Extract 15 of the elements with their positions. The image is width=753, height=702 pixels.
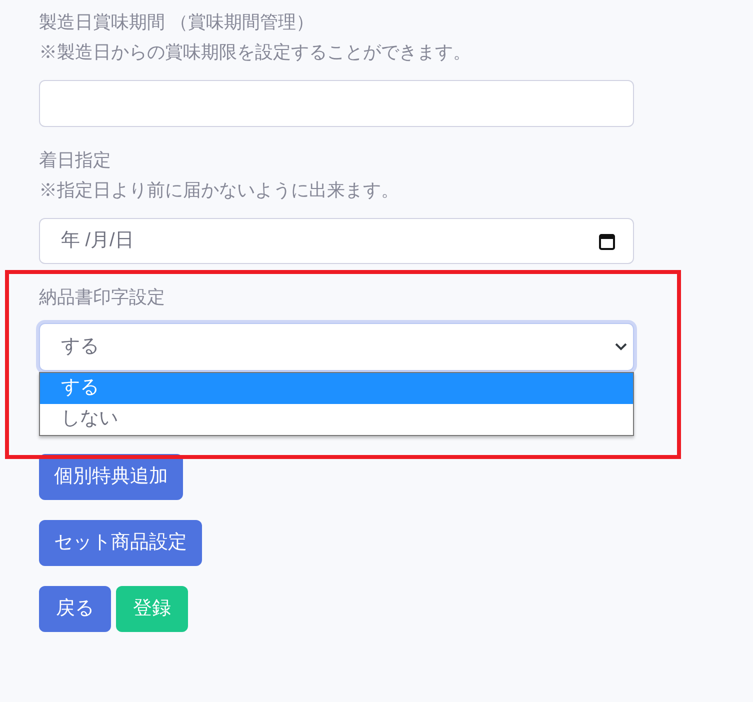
action-button[interactable]: 個別特典追加 (39, 454, 183, 500)
chevron-down-icon (615, 343, 627, 351)
dropdown-option[interactable]: しない (40, 404, 633, 435)
dropdown-option[interactable]: する (40, 373, 633, 404)
field-label: 製造日賞味期間 （賞味期間管理） (39, 11, 316, 34)
action-button[interactable]: 戻る (39, 586, 111, 632)
select-field[interactable]: する (39, 323, 634, 371)
input-field[interactable] (39, 80, 634, 127)
date-field[interactable]: 年 /月/日 (39, 218, 634, 264)
field-note: ※製造日からの賞味期限を設定することができます。 (39, 41, 472, 64)
field-note: ※指定日より前に届かないように出来ます。 (39, 179, 400, 202)
field-label: 着日指定 (39, 149, 112, 172)
action-button[interactable]: セット商品設定 (39, 520, 202, 566)
field-label: 納品書印字設定 (39, 286, 166, 309)
calendar-icon (599, 232, 615, 250)
